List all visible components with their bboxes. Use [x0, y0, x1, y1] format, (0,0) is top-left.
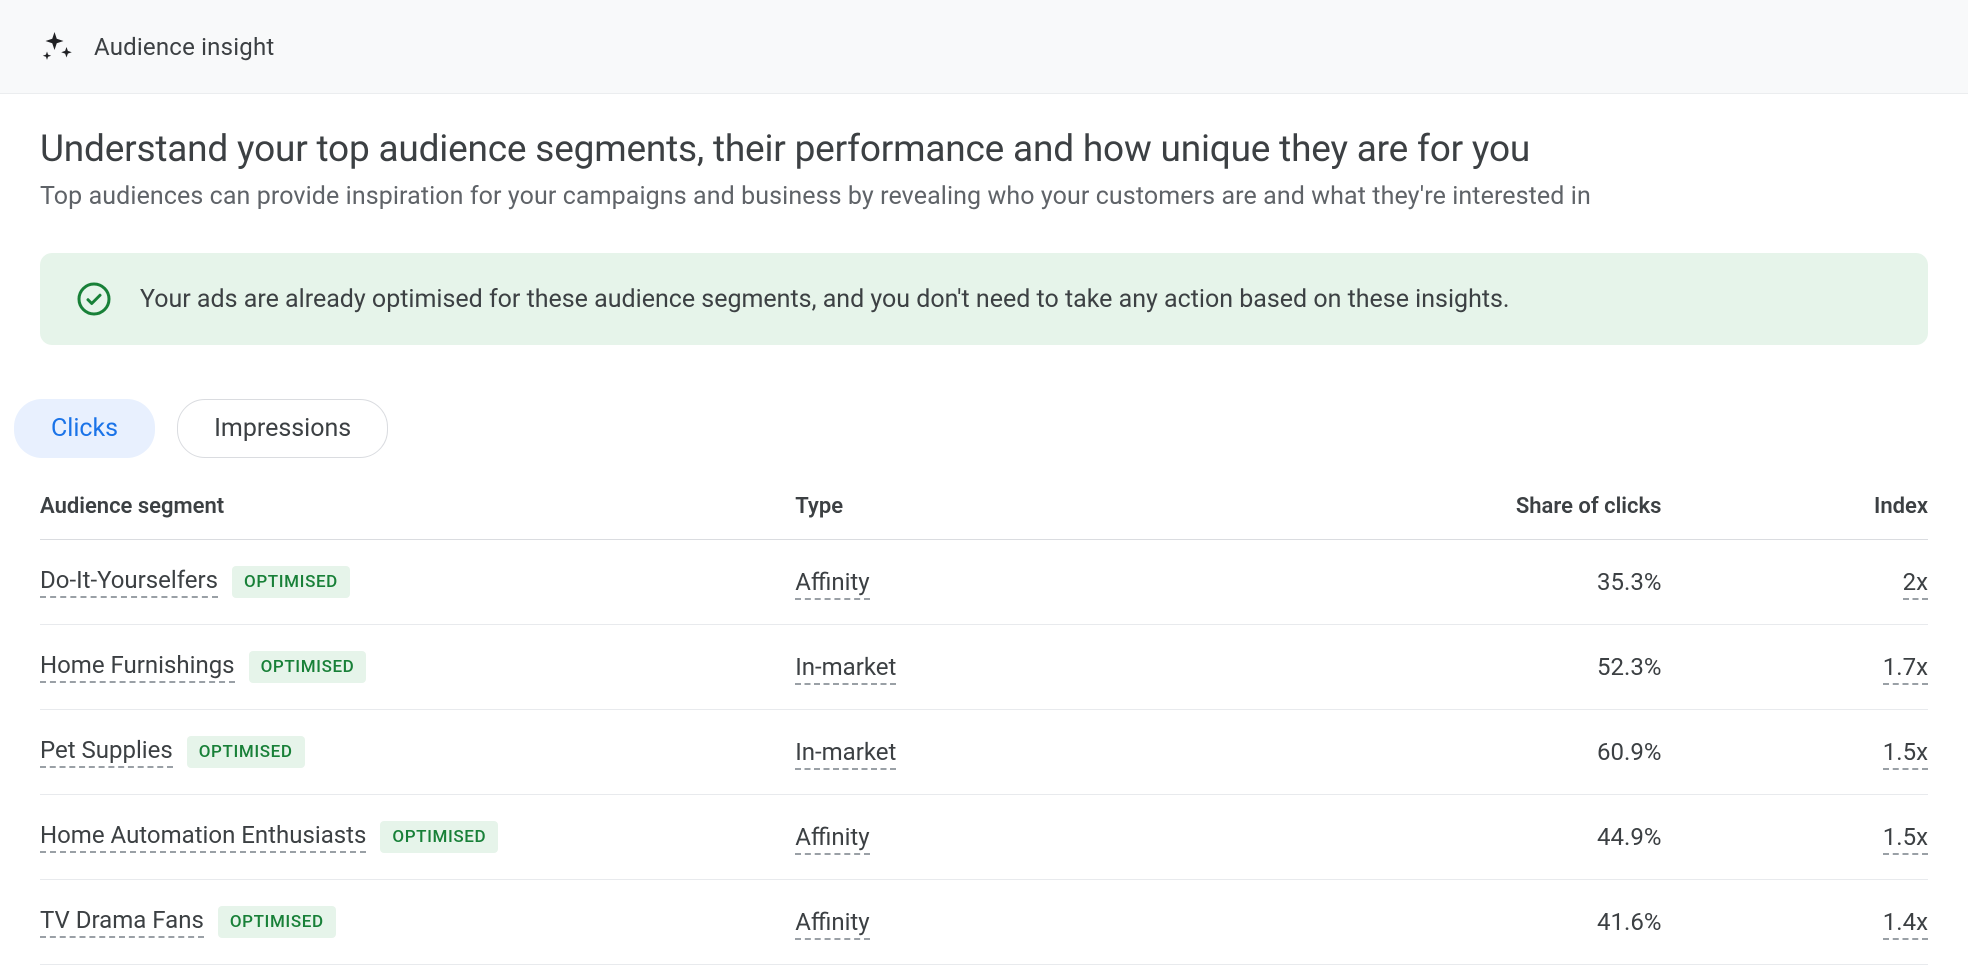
segment-name[interactable]: Home Automation Enthusiasts: [40, 821, 366, 853]
cell-type: Affinity: [795, 880, 1361, 965]
main-content: Understand your top audience segments, t…: [0, 94, 1968, 965]
tab-impressions[interactable]: Impressions: [177, 399, 388, 458]
subheadline: Top audiences can provide inspiration fo…: [40, 182, 1928, 211]
segment-name[interactable]: Home Furnishings: [40, 651, 235, 683]
cell-type: In-market: [795, 710, 1361, 795]
table-row: Do-It-Yourselfers OPTIMISED Affinity 35.3% 2…: [40, 540, 1928, 625]
check-circle-icon: [76, 281, 112, 317]
optimised-chip: OPTIMISED: [218, 906, 336, 938]
optimised-chip: OPTIMISED: [187, 736, 305, 768]
index-value[interactable]: 1.7x: [1883, 653, 1928, 685]
optimised-chip: OPTIMISED: [380, 821, 498, 853]
metric-tabs: Clicks Impressions: [14, 399, 1928, 458]
type-label[interactable]: In-market: [795, 653, 896, 685]
optimised-chip: OPTIMISED: [249, 651, 367, 683]
segment-name[interactable]: Pet Supplies: [40, 736, 173, 768]
cell-index: 1.4x: [1701, 880, 1928, 965]
app-header: Audience insight: [0, 0, 1968, 94]
info-banner: Your ads are already optimised for these…: [40, 253, 1928, 345]
sparkle-icon: [38, 29, 74, 65]
cell-segment: Home Automation Enthusiasts OPTIMISED: [40, 795, 795, 880]
page-title: Audience insight: [94, 33, 274, 61]
type-label[interactable]: Affinity: [795, 908, 869, 940]
cell-type: Affinity: [795, 540, 1361, 625]
index-value[interactable]: 1.5x: [1883, 738, 1928, 770]
optimised-chip: OPTIMISED: [232, 566, 350, 598]
cell-index: 1.5x: [1701, 710, 1928, 795]
type-label[interactable]: Affinity: [795, 823, 869, 855]
table-row: Pet Supplies OPTIMISED In-market 60.9% 1.5x: [40, 710, 1928, 795]
cell-index: 2x: [1701, 540, 1928, 625]
col-header-index: Index: [1701, 476, 1928, 540]
cell-segment: TV Drama Fans OPTIMISED: [40, 880, 795, 965]
cell-segment: Do-It-Yourselfers OPTIMISED: [40, 540, 795, 625]
cell-share: 60.9%: [1362, 710, 1702, 795]
cell-type: In-market: [795, 625, 1361, 710]
index-value[interactable]: 2x: [1903, 568, 1928, 600]
cell-segment: Home Furnishings OPTIMISED: [40, 625, 795, 710]
cell-share: 44.9%: [1362, 795, 1702, 880]
cell-share: 52.3%: [1362, 625, 1702, 710]
index-value[interactable]: 1.4x: [1883, 908, 1928, 940]
headline: Understand your top audience segments, t…: [40, 126, 1928, 174]
col-header-type: Type: [795, 476, 1361, 540]
index-value[interactable]: 1.5x: [1883, 823, 1928, 855]
table-row: Home Furnishings OPTIMISED In-market 52.3% 1…: [40, 625, 1928, 710]
cell-segment: Pet Supplies OPTIMISED: [40, 710, 795, 795]
type-label[interactable]: In-market: [795, 738, 896, 770]
cell-share: 41.6%: [1362, 880, 1702, 965]
segment-name[interactable]: Do-It-Yourselfers: [40, 566, 218, 598]
cell-share: 35.3%: [1362, 540, 1702, 625]
cell-index: 1.5x: [1701, 795, 1928, 880]
col-header-segment: Audience segment: [40, 476, 795, 540]
audience-table: Audience segment Type Share of clicks In…: [40, 476, 1928, 965]
cell-index: 1.7x: [1701, 625, 1928, 710]
cell-type: Affinity: [795, 795, 1361, 880]
banner-text: Your ads are already optimised for these…: [140, 285, 1510, 314]
table-row: TV Drama Fans OPTIMISED Affinity 41.6% 1.4x: [40, 880, 1928, 965]
table-row: Home Automation Enthusiasts OPTIMISED Affi…: [40, 795, 1928, 880]
segment-name[interactable]: TV Drama Fans: [40, 906, 204, 938]
tab-clicks[interactable]: Clicks: [14, 399, 155, 458]
col-header-share: Share of clicks: [1362, 476, 1702, 540]
type-label[interactable]: Affinity: [795, 568, 869, 600]
